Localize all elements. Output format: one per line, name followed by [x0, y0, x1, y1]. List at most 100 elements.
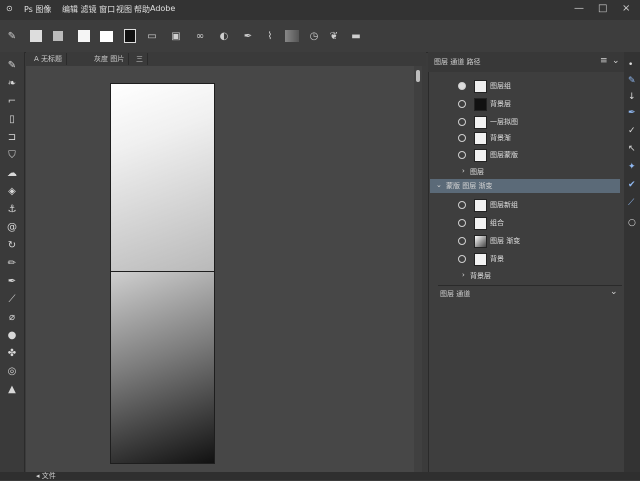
tab-untitled[interactable]: A 无标题	[30, 53, 68, 65]
layer-name: 图层	[470, 168, 484, 176]
visibility-eye-icon[interactable]	[458, 82, 466, 90]
bulb-icon[interactable]: ◐	[216, 28, 232, 44]
brush-icon[interactable]: ✎	[4, 28, 20, 44]
minus-icon[interactable]: ▬	[348, 28, 364, 44]
swatch-white-icon[interactable]	[28, 28, 44, 44]
sparkle-tool-icon[interactable]: ✤	[4, 346, 20, 360]
secondary-panel: 图层 通道 ⌄	[438, 286, 622, 472]
strip-arrow-icon[interactable]: ↓	[628, 92, 638, 104]
panel-title[interactable]: 图层 通道 路径	[434, 57, 480, 67]
swatch-gray-icon[interactable]	[50, 28, 66, 44]
swatch-black-icon[interactable]	[122, 28, 138, 44]
strip-feather-icon[interactable]: ✦	[628, 162, 638, 174]
layer-row[interactable]: 图层蒙版	[430, 147, 620, 163]
visibility-eye-icon[interactable]	[458, 237, 466, 245]
gem-tool-icon[interactable]: ◈	[4, 184, 20, 198]
canvas-scroll-thumb[interactable]	[416, 70, 420, 82]
blob-tool-icon[interactable]: ●	[4, 328, 20, 342]
menu-item-file[interactable]: Ps 图像	[24, 4, 51, 15]
bracket-tool-icon[interactable]: ⊐	[4, 130, 20, 144]
menu-item-view[interactable]: 视图	[116, 4, 132, 15]
layer-thumbnail	[474, 98, 487, 111]
layer-row[interactable]: 背景层	[430, 96, 620, 112]
path-icon[interactable]: ⌇	[262, 28, 278, 44]
paperclip-tool-icon[interactable]: ⌀	[4, 310, 20, 324]
frame-icon[interactable]: ▣	[168, 28, 184, 44]
strip-v-icon[interactable]: ✔	[628, 180, 638, 192]
restore-button[interactable]: □	[598, 3, 607, 14]
visibility-eye-icon[interactable]	[458, 118, 466, 126]
lasso-tool-icon[interactable]: ☁	[4, 166, 20, 180]
eye-tool-icon[interactable]: ◎	[4, 364, 20, 378]
close-button[interactable]: ×	[622, 3, 630, 14]
pen-tool-icon[interactable]: ✒	[4, 274, 20, 288]
layer-row[interactable]: 图层新组	[430, 197, 620, 213]
feather-tool-icon[interactable]: ❧	[4, 76, 20, 90]
secondary-panel-collapse-icon[interactable]: ⌄	[610, 287, 618, 297]
tool-panel: ✎ ❧ ⌐ ▯ ⊐ ⛉ ☁ ◈ ⚓ @ ↻ ✏ ✒ ⟋ ⌀ ● ✤ ◎ ▲	[0, 52, 25, 472]
gradient-icon[interactable]	[284, 28, 300, 44]
glasses-icon[interactable]: ∞	[192, 28, 208, 44]
selected-layer-name: 蒙版 图层 渐变	[446, 182, 493, 190]
visibility-eye-icon[interactable]	[458, 219, 466, 227]
visibility-eye-icon[interactable]	[458, 201, 466, 209]
selected-layer-highlight[interactable]: ⌄ 蒙版 图层 渐变	[430, 179, 620, 193]
anchor-tool-icon[interactable]: ⚓	[4, 202, 20, 216]
canvas-area[interactable]	[26, 66, 421, 472]
secondary-panel-title[interactable]: 图层 通道	[440, 289, 470, 299]
canvas-image-top-gradient[interactable]	[110, 83, 215, 273]
knife-tool-icon[interactable]: ⟋	[4, 292, 20, 306]
rect-icon[interactable]: ▭	[144, 28, 160, 44]
brush-tool-icon[interactable]: ✎	[4, 58, 20, 72]
dragon-icon[interactable]: ❦	[326, 28, 342, 44]
layer-row[interactable]: 图层组	[430, 78, 620, 94]
visibility-eye-icon[interactable]	[458, 255, 466, 263]
strip-dot-icon[interactable]: •	[628, 60, 638, 72]
strip-brush-icon[interactable]: ✎	[628, 76, 638, 88]
strip-mark-icon[interactable]: ↖	[628, 144, 638, 156]
tab-third[interactable]: 三	[132, 53, 148, 65]
strip-circle-icon[interactable]: ○	[628, 218, 638, 230]
layer-row[interactable]: 组合	[430, 215, 620, 231]
pen-icon[interactable]: ✒	[240, 28, 256, 44]
visibility-eye-icon[interactable]	[458, 134, 466, 142]
crop-tool-icon[interactable]: ⌐	[4, 94, 20, 108]
strip-check-icon[interactable]: ✓	[628, 126, 638, 138]
strip-slash-icon[interactable]: ⟋	[628, 198, 638, 210]
tab-grayscale[interactable]: 灰度 图片	[90, 53, 130, 65]
clock-icon[interactable]: ◷	[306, 28, 322, 44]
expand-chevron-icon[interactable]: ›	[462, 167, 465, 175]
fill-tool-icon[interactable]: ▲	[4, 382, 20, 396]
layer-row[interactable]: 一层拟图	[430, 114, 620, 130]
layer-thumbnail	[474, 149, 487, 162]
swirl-tool-icon[interactable]: @	[4, 220, 20, 234]
expand-chevron-icon[interactable]: ›	[462, 271, 465, 279]
panel-collapse-icon[interactable]: ⌄	[612, 56, 620, 66]
stamp-tool-icon[interactable]: ⛉	[4, 148, 20, 162]
ruler-tool-icon[interactable]: ▯	[4, 112, 20, 126]
layer-group-row[interactable]: › 图层	[430, 164, 620, 180]
minimize-button[interactable]: —	[574, 3, 584, 14]
layer-row[interactable]: 背景	[430, 251, 620, 267]
canvas-scrollbar[interactable]	[414, 66, 422, 472]
layer-thumbnail	[474, 132, 487, 145]
app-logo-icon[interactable]: ⊙	[6, 4, 13, 13]
menu-item-adobe[interactable]: Adobe	[150, 4, 175, 13]
canvas-image-bottom-gradient[interactable]	[110, 271, 215, 464]
layer-name: 图层蒙版	[490, 151, 518, 159]
layer-name: 一层拟图	[490, 118, 518, 126]
layer-row[interactable]: › 背景层	[430, 268, 620, 284]
rotate-tool-icon[interactable]: ↻	[4, 238, 20, 252]
menu-item-edit[interactable]: 编辑 滤镜 窗口	[62, 4, 115, 15]
visibility-eye-icon[interactable]	[458, 151, 466, 159]
menu-item-help[interactable]: 帮助	[134, 4, 150, 15]
layer-row[interactable]: 图层 渐变	[430, 233, 620, 249]
swatch-white-large-icon[interactable]	[98, 28, 114, 44]
visibility-eye-icon[interactable]	[458, 100, 466, 108]
pencil-tool-icon[interactable]: ✏	[4, 256, 20, 270]
swatch-light-icon[interactable]	[76, 28, 92, 44]
panel-menu-icon[interactable]: ≡	[600, 56, 608, 66]
layer-row[interactable]: 背景渐	[430, 130, 620, 146]
collapse-chevron-icon[interactable]: ⌄	[436, 181, 442, 189]
strip-pen-icon[interactable]: ✒	[628, 108, 638, 120]
